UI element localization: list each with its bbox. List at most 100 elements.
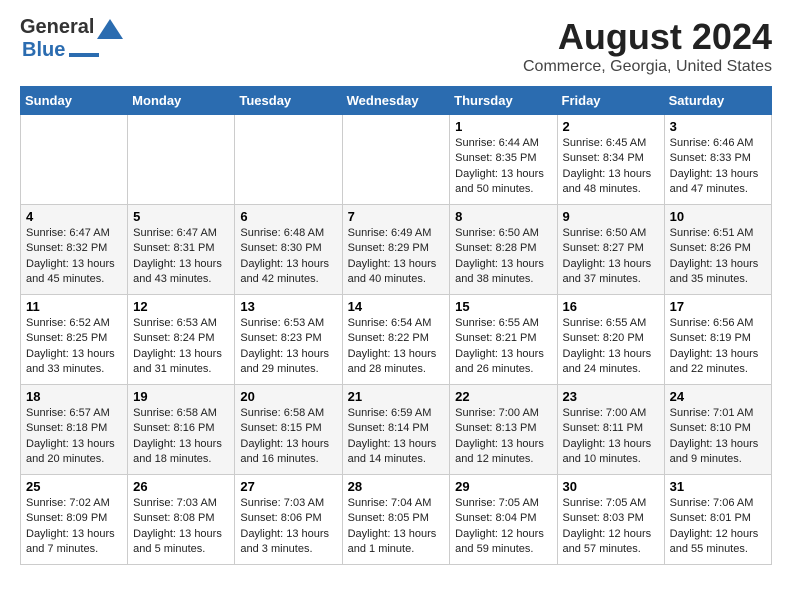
title-area: August 2024 Commerce, Georgia, United St… (523, 16, 772, 76)
calendar-day-cell: 2Sunrise: 6:45 AM Sunset: 8:34 PM Daylig… (557, 115, 664, 205)
calendar-day-cell: 5Sunrise: 6:47 AM Sunset: 8:31 PM Daylig… (128, 205, 235, 295)
day-number: 4 (26, 209, 122, 224)
header: General Blue August 2024 Commerce, Georg… (20, 16, 772, 76)
day-number: 3 (670, 119, 766, 134)
calendar-day-cell: 3 Sunrise: 6:46 AM Sunset: 8:33 PM Daylig… (664, 115, 771, 205)
day-of-week-header: Friday (557, 87, 664, 115)
calendar-day-cell: 4 Sunrise: 6:47 AM Sunset: 8:32 PM Daylig… (21, 205, 128, 295)
calendar-day-cell: 17Sunrise: 6:56 AM Sunset: 8:19 PM Dayli… (664, 295, 771, 385)
day-info: Sunrise: 7:04 AM Sunset: 8:05 PM Dayligh… (348, 496, 445, 558)
day-number: 19 (133, 389, 229, 404)
calendar-week-row: 18 Sunrise: 6:57 AM Sunset: 8:18 PM Dayli… (21, 385, 772, 475)
day-number: 7 (348, 209, 445, 224)
logo-bar (69, 53, 99, 57)
day-of-week-header: Thursday (450, 87, 557, 115)
calendar-day-cell: 30 Sunrise: 7:05 AM Sunset: 8:03 PM Dayli… (557, 475, 664, 565)
calendar-day-cell: 13Sunrise: 6:53 AM Sunset: 8:23 PM Dayli… (235, 295, 342, 385)
calendar-day-cell: 26 Sunrise: 7:03 AM Sunset: 8:08 PM Dayli… (128, 475, 235, 565)
day-info: Sunrise: 6:57 AM Sunset: 8:18 PM Dayligh… (26, 406, 122, 468)
calendar-day-cell (342, 115, 450, 205)
days-of-week-row: SundayMondayTuesdayWednesdayThursdayFrid… (21, 87, 772, 115)
day-number: 25 (26, 479, 122, 494)
day-info: Sunrise: 6:47 AM Sunset: 8:32 PM Dayligh… (26, 226, 122, 288)
calendar-day-cell: 9Sunrise: 6:50 AM Sunset: 8:27 PM Daylig… (557, 205, 664, 295)
calendar-day-cell: 8 Sunrise: 6:50 AM Sunset: 8:28 PM Daylig… (450, 205, 557, 295)
day-info: Sunrise: 7:03 AM Sunset: 8:06 PM Dayligh… (240, 496, 336, 558)
calendar-week-row: 11 Sunrise: 6:52 AM Sunset: 8:25 PM Dayli… (21, 295, 772, 385)
calendar-day-cell: 31 Sunrise: 7:06 AM Sunset: 8:01 PM Dayli… (664, 475, 771, 565)
calendar-day-cell: 14Sunrise: 6:54 AM Sunset: 8:22 PM Dayli… (342, 295, 450, 385)
day-number: 20 (240, 389, 336, 404)
calendar-title: August 2024 (523, 16, 772, 58)
day-of-week-header: Sunday (21, 87, 128, 115)
day-info: Sunrise: 7:05 AM Sunset: 8:04 PM Dayligh… (455, 496, 551, 558)
day-info: Sunrise: 6:55 AM Sunset: 8:20 PM Dayligh… (563, 316, 659, 378)
day-number: 21 (348, 389, 445, 404)
calendar-day-cell: 27 Sunrise: 7:03 AM Sunset: 8:06 PM Dayli… (235, 475, 342, 565)
calendar-header: SundayMondayTuesdayWednesdayThursdayFrid… (21, 87, 772, 115)
day-number: 15 (455, 299, 551, 314)
day-info: Sunrise: 7:06 AM Sunset: 8:01 PM Dayligh… (670, 496, 766, 558)
day-of-week-header: Monday (128, 87, 235, 115)
calendar-day-cell: 15 Sunrise: 6:55 AM Sunset: 8:21 PM Dayli… (450, 295, 557, 385)
day-number: 18 (26, 389, 122, 404)
calendar-day-cell: 29 Sunrise: 7:05 AM Sunset: 8:04 PM Dayli… (450, 475, 557, 565)
logo-text-blue: Blue (22, 39, 65, 62)
calendar-day-cell (235, 115, 342, 205)
day-number: 27 (240, 479, 336, 494)
day-of-week-header: Tuesday (235, 87, 342, 115)
day-info: Sunrise: 7:03 AM Sunset: 8:08 PM Dayligh… (133, 496, 229, 558)
day-number: 11 (26, 299, 122, 314)
calendar-day-cell: 1Sunrise: 6:44 AM Sunset: 8:35 PM Daylig… (450, 115, 557, 205)
day-number: 6 (240, 209, 336, 224)
day-info: Sunrise: 6:54 AM Sunset: 8:22 PM Dayligh… (348, 316, 445, 378)
day-info: Sunrise: 6:49 AM Sunset: 8:29 PM Dayligh… (348, 226, 445, 288)
day-number: 17 (670, 299, 766, 314)
day-info: Sunrise: 6:44 AM Sunset: 8:35 PM Dayligh… (455, 136, 551, 198)
day-number: 26 (133, 479, 229, 494)
day-info: Sunrise: 6:58 AM Sunset: 8:15 PM Dayligh… (240, 406, 336, 468)
day-info: Sunrise: 6:52 AM Sunset: 8:25 PM Dayligh… (26, 316, 122, 378)
day-info: Sunrise: 6:51 AM Sunset: 8:26 PM Dayligh… (670, 226, 766, 288)
logo: General Blue (20, 16, 123, 62)
day-info: Sunrise: 6:59 AM Sunset: 8:14 PM Dayligh… (348, 406, 445, 468)
day-number: 10 (670, 209, 766, 224)
day-info: Sunrise: 7:02 AM Sunset: 8:09 PM Dayligh… (26, 496, 122, 558)
calendar-day-cell: 16 Sunrise: 6:55 AM Sunset: 8:20 PM Dayli… (557, 295, 664, 385)
calendar-day-cell (128, 115, 235, 205)
day-number: 5 (133, 209, 229, 224)
day-info: Sunrise: 7:01 AM Sunset: 8:10 PM Dayligh… (670, 406, 766, 468)
calendar-table: SundayMondayTuesdayWednesdayThursdayFrid… (20, 86, 772, 565)
day-info: Sunrise: 6:48 AM Sunset: 8:30 PM Dayligh… (240, 226, 336, 288)
day-number: 30 (563, 479, 659, 494)
calendar-day-cell: 19 Sunrise: 6:58 AM Sunset: 8:16 PM Dayli… (128, 385, 235, 475)
calendar-week-row: 25 Sunrise: 7:02 AM Sunset: 8:09 PM Dayli… (21, 475, 772, 565)
calendar-day-cell: 28 Sunrise: 7:04 AM Sunset: 8:05 PM Dayli… (342, 475, 450, 565)
day-number: 16 (563, 299, 659, 314)
day-info: Sunrise: 6:53 AM Sunset: 8:24 PM Dayligh… (133, 316, 229, 378)
day-number: 2 (563, 119, 659, 134)
day-number: 22 (455, 389, 551, 404)
calendar-day-cell: 10 Sunrise: 6:51 AM Sunset: 8:26 PM Dayli… (664, 205, 771, 295)
day-number: 29 (455, 479, 551, 494)
calendar-day-cell: 21 Sunrise: 6:59 AM Sunset: 8:14 PM Dayli… (342, 385, 450, 475)
day-info: Sunrise: 6:50 AM Sunset: 8:28 PM Dayligh… (455, 226, 551, 288)
calendar-day-cell: 24Sunrise: 7:01 AM Sunset: 8:10 PM Dayli… (664, 385, 771, 475)
day-info: Sunrise: 7:00 AM Sunset: 8:11 PM Dayligh… (563, 406, 659, 468)
day-number: 31 (670, 479, 766, 494)
day-of-week-header: Wednesday (342, 87, 450, 115)
day-info: Sunrise: 7:05 AM Sunset: 8:03 PM Dayligh… (563, 496, 659, 558)
calendar-day-cell: 18 Sunrise: 6:57 AM Sunset: 8:18 PM Dayli… (21, 385, 128, 475)
day-info: Sunrise: 6:50 AM Sunset: 8:27 PM Dayligh… (563, 226, 659, 288)
day-number: 13 (240, 299, 336, 314)
day-info: Sunrise: 6:55 AM Sunset: 8:21 PM Dayligh… (455, 316, 551, 378)
calendar-day-cell: 6 Sunrise: 6:48 AM Sunset: 8:30 PM Daylig… (235, 205, 342, 295)
day-info: Sunrise: 6:58 AM Sunset: 8:16 PM Dayligh… (133, 406, 229, 468)
day-of-week-header: Saturday (664, 87, 771, 115)
day-number: 28 (348, 479, 445, 494)
calendar-day-cell: 22 Sunrise: 7:00 AM Sunset: 8:13 PM Dayli… (450, 385, 557, 475)
day-number: 8 (455, 209, 551, 224)
day-info: Sunrise: 7:00 AM Sunset: 8:13 PM Dayligh… (455, 406, 551, 468)
day-info: Sunrise: 6:46 AM Sunset: 8:33 PM Dayligh… (670, 136, 766, 198)
day-number: 23 (563, 389, 659, 404)
